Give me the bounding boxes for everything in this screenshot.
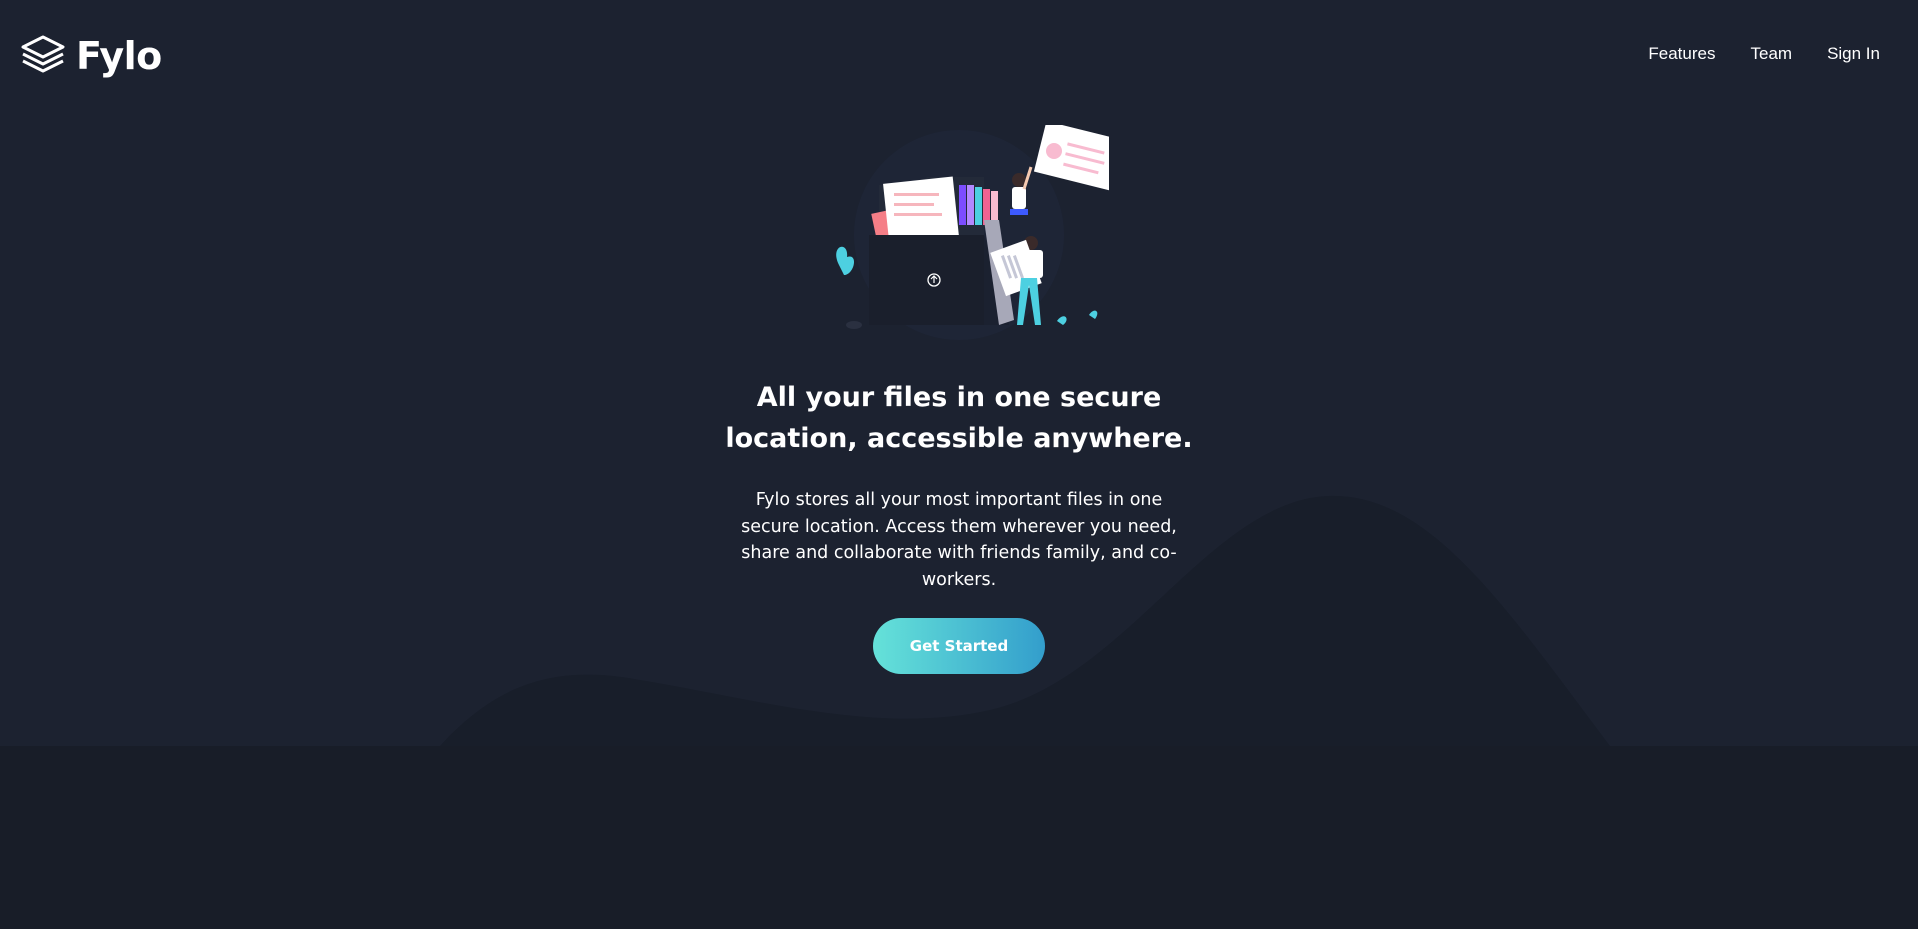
site-header: Fylo Features Team Sign In (0, 0, 1918, 114)
hero-title: All your files in one secure location, a… (725, 382, 1193, 454)
get-started-button[interactable]: Get Started (873, 618, 1045, 674)
hero-section: All your files in one secure location, a… (0, 125, 1918, 674)
landing-page: Fylo Features Team Sign In All your file… (0, 0, 1918, 929)
layers-icon (20, 34, 66, 78)
brand-logo[interactable]: Fylo (20, 34, 162, 78)
nav-link-features[interactable]: Features (1648, 44, 1715, 64)
brand-name: Fylo (76, 34, 162, 78)
hero-subtitle: Fylo stores all your most important file… (741, 490, 1177, 590)
main-nav: Features Team Sign In (1648, 44, 1880, 64)
illustration-intro (836, 125, 1109, 340)
nav-link-team[interactable]: Team (1750, 44, 1792, 64)
nav-link-sign-in[interactable]: Sign In (1827, 44, 1880, 64)
